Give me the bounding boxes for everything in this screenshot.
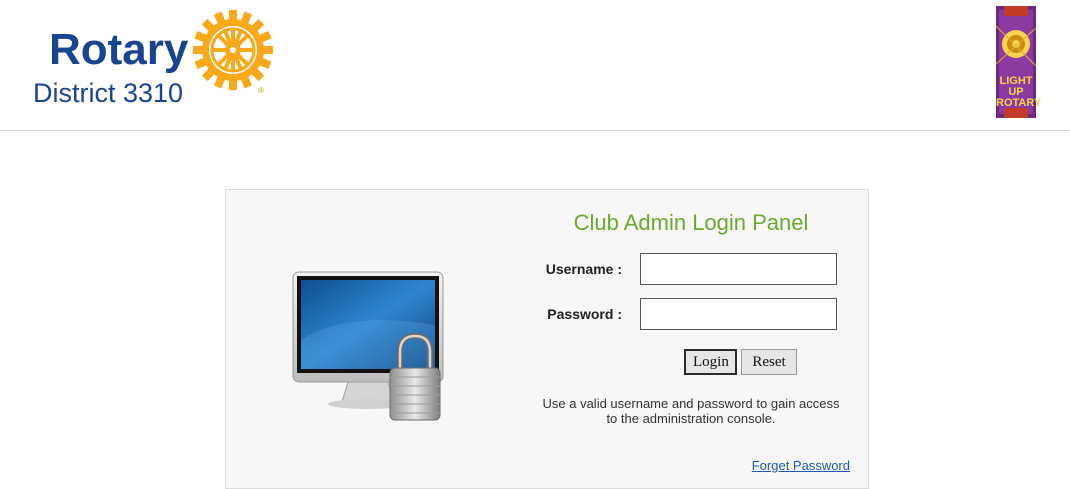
light-up-rotary-badge[interactable]: LIGHT UP ROTARY: [995, 6, 1042, 118]
login-panel: Club Admin Login Panel Username : Passwo…: [225, 189, 869, 489]
badge-line-2: ROTARY: [996, 97, 1042, 109]
registered-mark: ®: [258, 86, 264, 95]
reset-button[interactable]: Reset: [741, 349, 797, 375]
username-input[interactable]: [640, 253, 837, 285]
page-header: Rotary District 3310 ® LIGHT UP ROTARY: [0, 0, 1070, 131]
rotary-district-logo[interactable]: Rotary District 3310 ®: [33, 10, 273, 120]
panel-title: Club Admin Login Panel: [573, 210, 809, 235]
rotary-wheel-icon: [193, 10, 273, 90]
forget-password-link[interactable]: Forget Password: [726, 458, 850, 473]
login-button[interactable]: Login: [684, 349, 737, 375]
logo-wordmark: Rotary: [49, 25, 189, 74]
password-input[interactable]: [640, 298, 837, 330]
computer-monitor-icon: [292, 271, 444, 421]
logo-district-text: District 3310: [33, 78, 184, 108]
username-label: Username :: [545, 261, 622, 277]
login-help-text: Use a valid username and password to gai…: [542, 396, 840, 426]
light-up-rotary-text: LIGHT UP ROTARY: [996, 75, 1042, 109]
badge-line-1: LIGHT UP: [999, 75, 1033, 98]
password-label: Password :: [547, 306, 622, 322]
